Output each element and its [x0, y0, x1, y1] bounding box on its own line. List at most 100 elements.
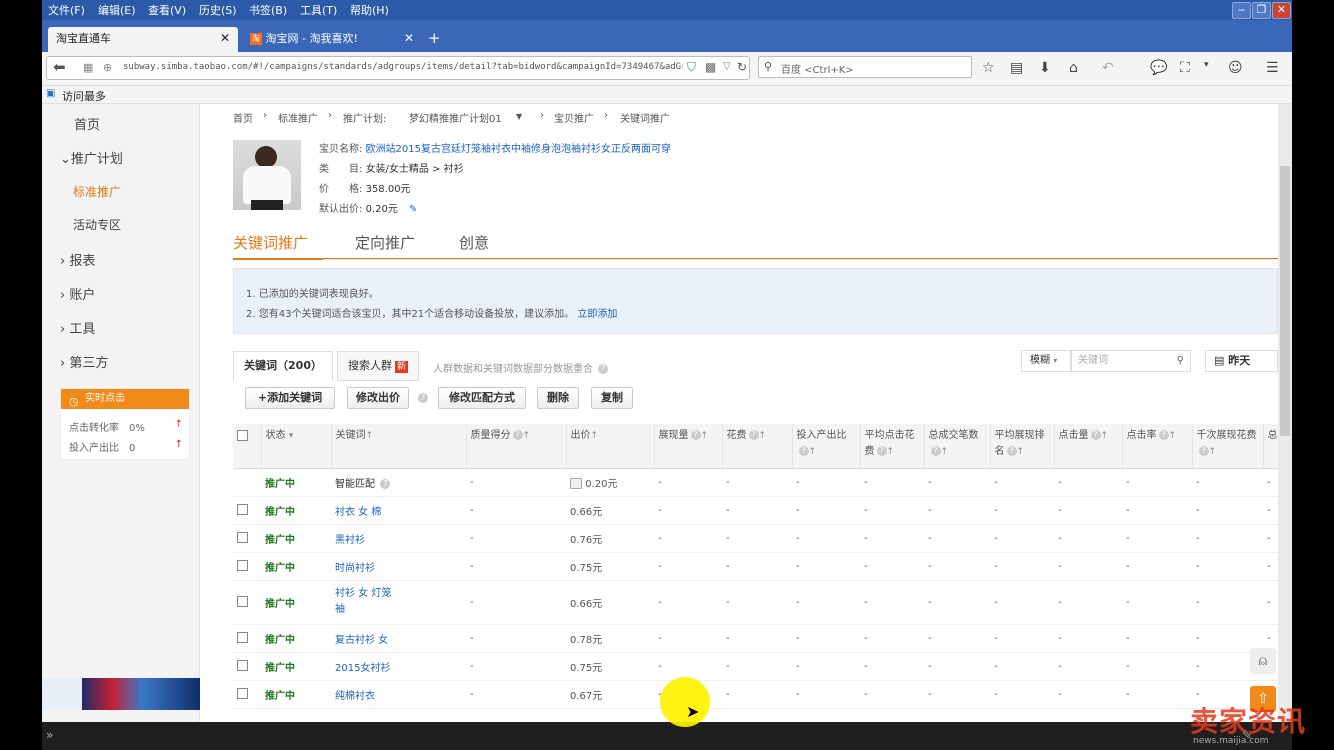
match-mode-select[interactable]: 模糊 ▾: [1021, 350, 1071, 372]
close-icon[interactable]: ✕: [404, 27, 414, 50]
chat-icon[interactable]: 💬: [1150, 60, 1167, 76]
download-icon[interactable]: ⬇: [1039, 60, 1051, 76]
crumb-standard[interactable]: 标准推广: [278, 110, 318, 125]
edit-match-button[interactable]: 修改匹配方式: [438, 387, 526, 409]
tab-creative[interactable]: 创意: [459, 232, 489, 253]
star-icon[interactable]: ☆: [982, 60, 995, 76]
dropdown-icon[interactable]: ▽: [723, 61, 731, 72]
row-checkbox[interactable]: [237, 660, 248, 672]
row-keyword[interactable]: 2015女衬衫: [331, 652, 466, 681]
sidebar-item-activity[interactable]: 活动专区: [73, 216, 121, 233]
col-bid[interactable]: 出价↑: [566, 424, 655, 469]
col-impressions[interactable]: 展现量? ↑: [654, 424, 723, 469]
crop-icon[interactable]: ⛶: [1180, 60, 1190, 76]
tab-keyword-promo[interactable]: 关键词推广: [233, 232, 308, 253]
select-all[interactable]: [233, 424, 262, 469]
row-bid[interactable]: 0.75元: [566, 652, 654, 681]
row-keyword[interactable]: 衬衫 女 灯笼袖: [331, 580, 466, 625]
sidebar-icon[interactable]: ▦: [83, 61, 93, 74]
menu-help[interactable]: 帮助(H): [350, 2, 389, 18]
copy-button[interactable]: 复制: [591, 387, 633, 409]
bid-value[interactable]: 0.20元: [585, 479, 617, 490]
row-bid[interactable]: 0.76元: [566, 524, 654, 553]
bookmark-most-visited[interactable]: 访问最多: [62, 88, 106, 104]
realtime-header[interactable]: ◷ 实时点击: [61, 389, 189, 409]
crumb-plan[interactable]: 梦幻精推推广计划01: [409, 110, 502, 125]
expand-icon[interactable]: »: [46, 728, 53, 742]
col-total[interactable]: 总: [1263, 424, 1278, 469]
row-checkbox[interactable]: [237, 560, 248, 572]
row-bid[interactable]: 0.67元: [566, 680, 654, 709]
menu-view[interactable]: 查看(V): [148, 2, 186, 18]
select-all-checkbox[interactable]: [237, 429, 248, 441]
undo-icon[interactable]: ↶: [1102, 60, 1114, 76]
row-bid[interactable]: 0.66元: [566, 580, 654, 625]
row-bid[interactable]: 0.66元: [566, 496, 654, 525]
delete-button[interactable]: 删除: [537, 387, 579, 409]
url-bar[interactable]: ⬅ ▦ ⊕ subway.simba.taobao.com/#!/campaig…: [46, 56, 750, 80]
col-avg-cpc[interactable]: 平均点击花费? ↑: [860, 424, 925, 469]
col-keyword[interactable]: 关键词↑: [331, 424, 467, 469]
col-cpm[interactable]: 千次展现花费? ↑: [1192, 424, 1264, 469]
row-checkbox[interactable]: [237, 504, 248, 516]
ad-banner[interactable]: [42, 678, 200, 710]
col-ctr[interactable]: 点击率? ↑: [1122, 424, 1193, 469]
tab-targeted-promo[interactable]: 定向推广: [355, 232, 415, 253]
keyword-search-input[interactable]: 关键词 ⚲: [1071, 350, 1191, 372]
menu-edit[interactable]: 编辑(E): [98, 2, 136, 18]
add-keyword-button[interactable]: +添加关键词: [245, 387, 335, 409]
edit-bid-button[interactable]: 修改出价: [347, 387, 409, 409]
crumb-home[interactable]: 首页: [233, 110, 253, 125]
sidebar-item-plan[interactable]: ⌄推广计划: [60, 148, 123, 167]
back-icon[interactable]: ⬅: [53, 58, 66, 76]
product-name-link[interactable]: 欧洲站2015复古宫廷灯笼袖衬衣中袖修身泡泡袖衬衫女正反两面可穿: [366, 144, 671, 155]
row-keyword[interactable]: 黑衬衫: [331, 524, 466, 553]
new-tab-icon[interactable]: +: [428, 29, 441, 47]
scrollbar-thumb[interactable]: [1280, 166, 1290, 436]
row-keyword[interactable]: 复古衬衫 女: [331, 624, 466, 653]
col-clicks[interactable]: 点击量? ↑: [1054, 424, 1123, 469]
feedback-icon[interactable]: ⍝: [1250, 648, 1276, 674]
crumb-item[interactable]: 宝贝推广: [554, 110, 594, 125]
sidebar-item-standard[interactable]: 标准推广: [73, 183, 121, 200]
row-keyword[interactable]: 时尚衬衫: [331, 552, 466, 581]
tab-inactive[interactable]: 淘 淘宝网 - 淘我喜欢! ✕: [242, 27, 422, 52]
col-roi[interactable]: 投入产出比? ↑: [792, 424, 861, 469]
menu-icon[interactable]: ☰: [1266, 60, 1279, 76]
menu-tools[interactable]: 工具(T): [300, 2, 337, 18]
search-bar[interactable]: ⚲ 百度 <Ctrl+K>: [758, 56, 972, 78]
window-close-icon[interactable]: ✕: [1272, 2, 1291, 19]
sidebar-item-report[interactable]: › 报表: [60, 250, 95, 269]
restore-icon[interactable]: ❐: [1252, 2, 1271, 19]
help-icon[interactable]: ?: [598, 364, 609, 374]
sidebar-item-account[interactable]: › 账户: [60, 284, 95, 303]
add-now-link[interactable]: 立即添加: [577, 309, 617, 320]
qrcode-icon[interactable]: ▩: [705, 60, 716, 74]
sidebar-item-tools[interactable]: › 工具: [60, 318, 95, 337]
col-orders[interactable]: 总成交笔数? ↑: [924, 424, 991, 469]
tab-active[interactable]: 淘宝直通车 ✕: [48, 27, 238, 52]
row-bid[interactable]: 0.78元: [566, 624, 654, 653]
help-icon[interactable]: ?: [418, 393, 428, 403]
reader-icon[interactable]: ▤: [1010, 60, 1023, 76]
row-keyword[interactable]: 衬衣 女 棉: [331, 496, 466, 525]
row-checkbox[interactable]: [237, 688, 248, 700]
col-cost[interactable]: 花费? ↑: [722, 424, 793, 469]
close-icon[interactable]: ✕: [220, 27, 230, 50]
chevron-down-icon[interactable]: ▾: [1204, 60, 1209, 70]
tab-keywords[interactable]: 关键词（200）: [233, 351, 333, 381]
menu-file[interactable]: 文件(F): [48, 2, 85, 18]
pencil-icon[interactable]: ✎: [409, 204, 417, 215]
row-checkbox[interactable]: [237, 632, 248, 644]
reload-icon[interactable]: ↻: [737, 60, 747, 74]
help-icon[interactable]: ?: [380, 478, 391, 489]
home-icon[interactable]: ⌂: [1069, 60, 1078, 76]
smiley-icon[interactable]: ☺: [1228, 60, 1243, 76]
col-avg-rank[interactable]: 平均展现排名? ↑: [990, 424, 1055, 469]
row-keyword[interactable]: 纯棉衬衣: [331, 680, 466, 709]
sidebar-item-home[interactable]: 首页: [74, 114, 100, 133]
tab-search-crowd[interactable]: 搜索人群新: [337, 351, 419, 381]
col-score[interactable]: 质量得分? ↑: [466, 424, 567, 469]
row-checkbox[interactable]: [237, 596, 248, 608]
chevron-down-icon[interactable]: ▼: [516, 112, 522, 121]
